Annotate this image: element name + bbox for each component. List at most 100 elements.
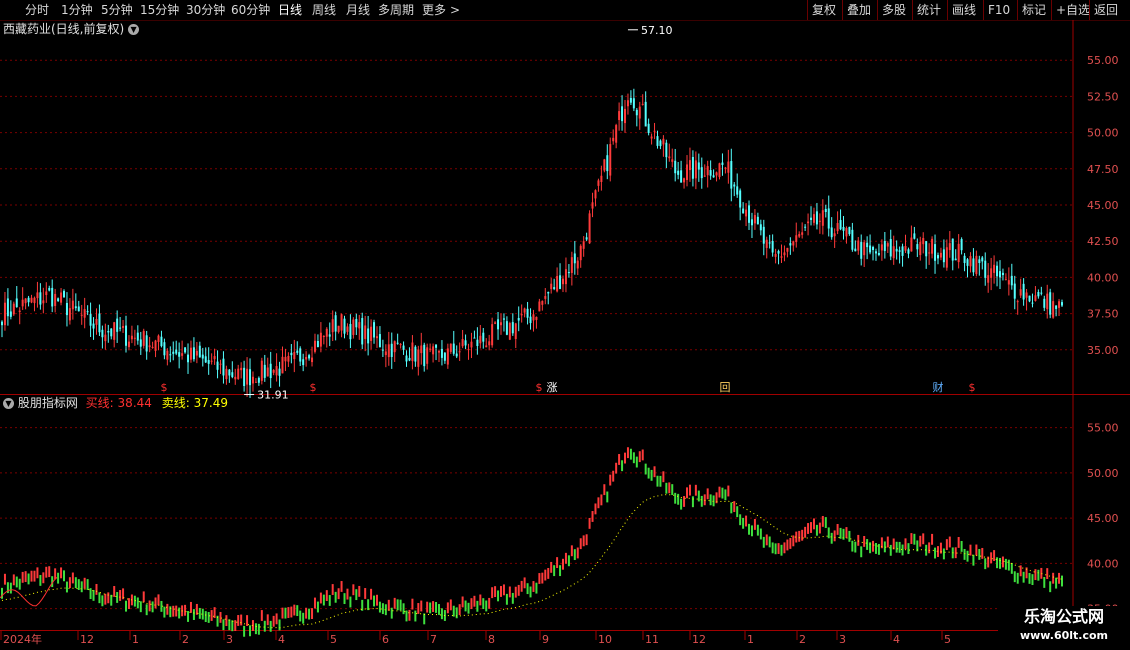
candle-body	[1043, 298, 1046, 308]
candle-body	[281, 356, 284, 374]
candle-body	[1058, 301, 1061, 308]
indicator-bar	[1028, 572, 1031, 584]
event-marker: 财	[933, 380, 944, 394]
candle-body	[435, 344, 438, 348]
indicator-y-tick-label: 55.00	[1087, 422, 1119, 435]
candle-body	[975, 255, 978, 275]
indicator-bar	[381, 603, 384, 615]
indicator-bar	[877, 543, 880, 555]
candle-body	[417, 349, 420, 367]
candle-body	[609, 144, 612, 176]
candle-body	[789, 243, 792, 246]
candle-body	[260, 360, 263, 381]
indicator-bar	[367, 599, 370, 611]
indicator-bar	[494, 586, 497, 598]
indicator-bar	[110, 594, 113, 606]
candle-body	[349, 323, 352, 340]
main-y-tick-label: 42.50	[1087, 235, 1119, 248]
candle-body	[860, 242, 863, 259]
candle-body	[95, 318, 98, 325]
indicator-bar	[886, 536, 889, 548]
candle-body	[683, 178, 686, 183]
candle-body	[562, 278, 565, 285]
candle-body	[957, 243, 960, 263]
indicator-bar	[440, 608, 443, 620]
indicator-bar	[786, 539, 789, 551]
candle-body	[290, 352, 293, 356]
indicator-bar	[429, 602, 432, 614]
candle-body	[446, 348, 449, 365]
candle-body	[204, 356, 207, 363]
candle-body	[157, 335, 160, 342]
indicator-bar	[756, 524, 759, 536]
candle-body	[249, 369, 252, 386]
indicator-bar	[703, 494, 706, 506]
indicator-bar	[839, 527, 842, 539]
candle-body	[254, 381, 257, 383]
indicator-bar	[127, 598, 130, 609]
candle-body	[499, 322, 502, 326]
candle-body	[795, 235, 798, 242]
candle-body	[1055, 305, 1058, 309]
indicator-bar	[866, 539, 869, 550]
indicator-bar	[612, 470, 615, 482]
candle-body	[381, 349, 384, 351]
indicator-bar	[166, 603, 169, 615]
candle-body	[139, 339, 142, 347]
candle-body	[579, 245, 582, 261]
candle-body	[1016, 301, 1019, 303]
indicator-bar	[945, 539, 948, 551]
candle-body	[1025, 292, 1028, 298]
candle-body	[966, 259, 969, 266]
candle-body	[222, 358, 225, 376]
main-y-tick-label: 40.00	[1087, 271, 1119, 284]
indicator-bar	[963, 548, 966, 560]
indicator-bar	[1055, 577, 1058, 589]
candle-body	[225, 368, 228, 379]
indicator-bar	[798, 530, 801, 542]
chart-canvas[interactable]: 35.00 37.50 40.00 42.50 45.00 47.50 50.00 52.50…	[0, 0, 1130, 650]
candle-body	[402, 345, 405, 350]
indicator-bar	[683, 496, 686, 507]
indicator-bar	[293, 604, 296, 616]
indicator-bar	[83, 577, 86, 589]
indicator-bar	[872, 540, 875, 552]
indicator-bar	[417, 603, 420, 614]
candle-body	[812, 214, 815, 223]
candle-body	[48, 287, 51, 291]
indicator-bar	[302, 612, 305, 624]
candle-body	[263, 364, 266, 378]
candle-body	[886, 243, 889, 247]
candle-body	[1007, 280, 1010, 285]
indicator-bar	[653, 466, 656, 478]
candle-body	[874, 251, 877, 254]
candle-body	[981, 257, 984, 262]
candle-body	[266, 367, 269, 377]
indicator-bar	[544, 569, 547, 581]
candle-body	[624, 108, 627, 124]
candle-body	[544, 296, 547, 299]
indicator-bar	[996, 557, 999, 569]
indicator-bar	[27, 573, 30, 585]
candle-body	[316, 341, 319, 348]
candle-body	[641, 103, 644, 105]
candle-body	[467, 349, 470, 351]
indicator-bar	[585, 534, 588, 546]
candle-body	[877, 252, 880, 255]
candle-body	[520, 314, 523, 316]
candle-body	[80, 314, 83, 316]
candle-body	[497, 319, 500, 330]
indicator-bar	[139, 601, 142, 613]
candle-body	[727, 161, 730, 173]
indicator-bar	[337, 588, 340, 600]
indicator-bar	[340, 581, 343, 592]
indicator-bar	[505, 593, 508, 605]
indicator-bar	[263, 620, 266, 632]
indicator-y-tick-label: 40.00	[1087, 557, 1119, 570]
candle-body	[420, 345, 423, 354]
indicator-bar	[647, 467, 650, 479]
candle-body	[597, 180, 600, 186]
indicator-bar	[358, 585, 361, 597]
candle-body	[494, 322, 497, 324]
indicator-bar	[30, 570, 33, 582]
